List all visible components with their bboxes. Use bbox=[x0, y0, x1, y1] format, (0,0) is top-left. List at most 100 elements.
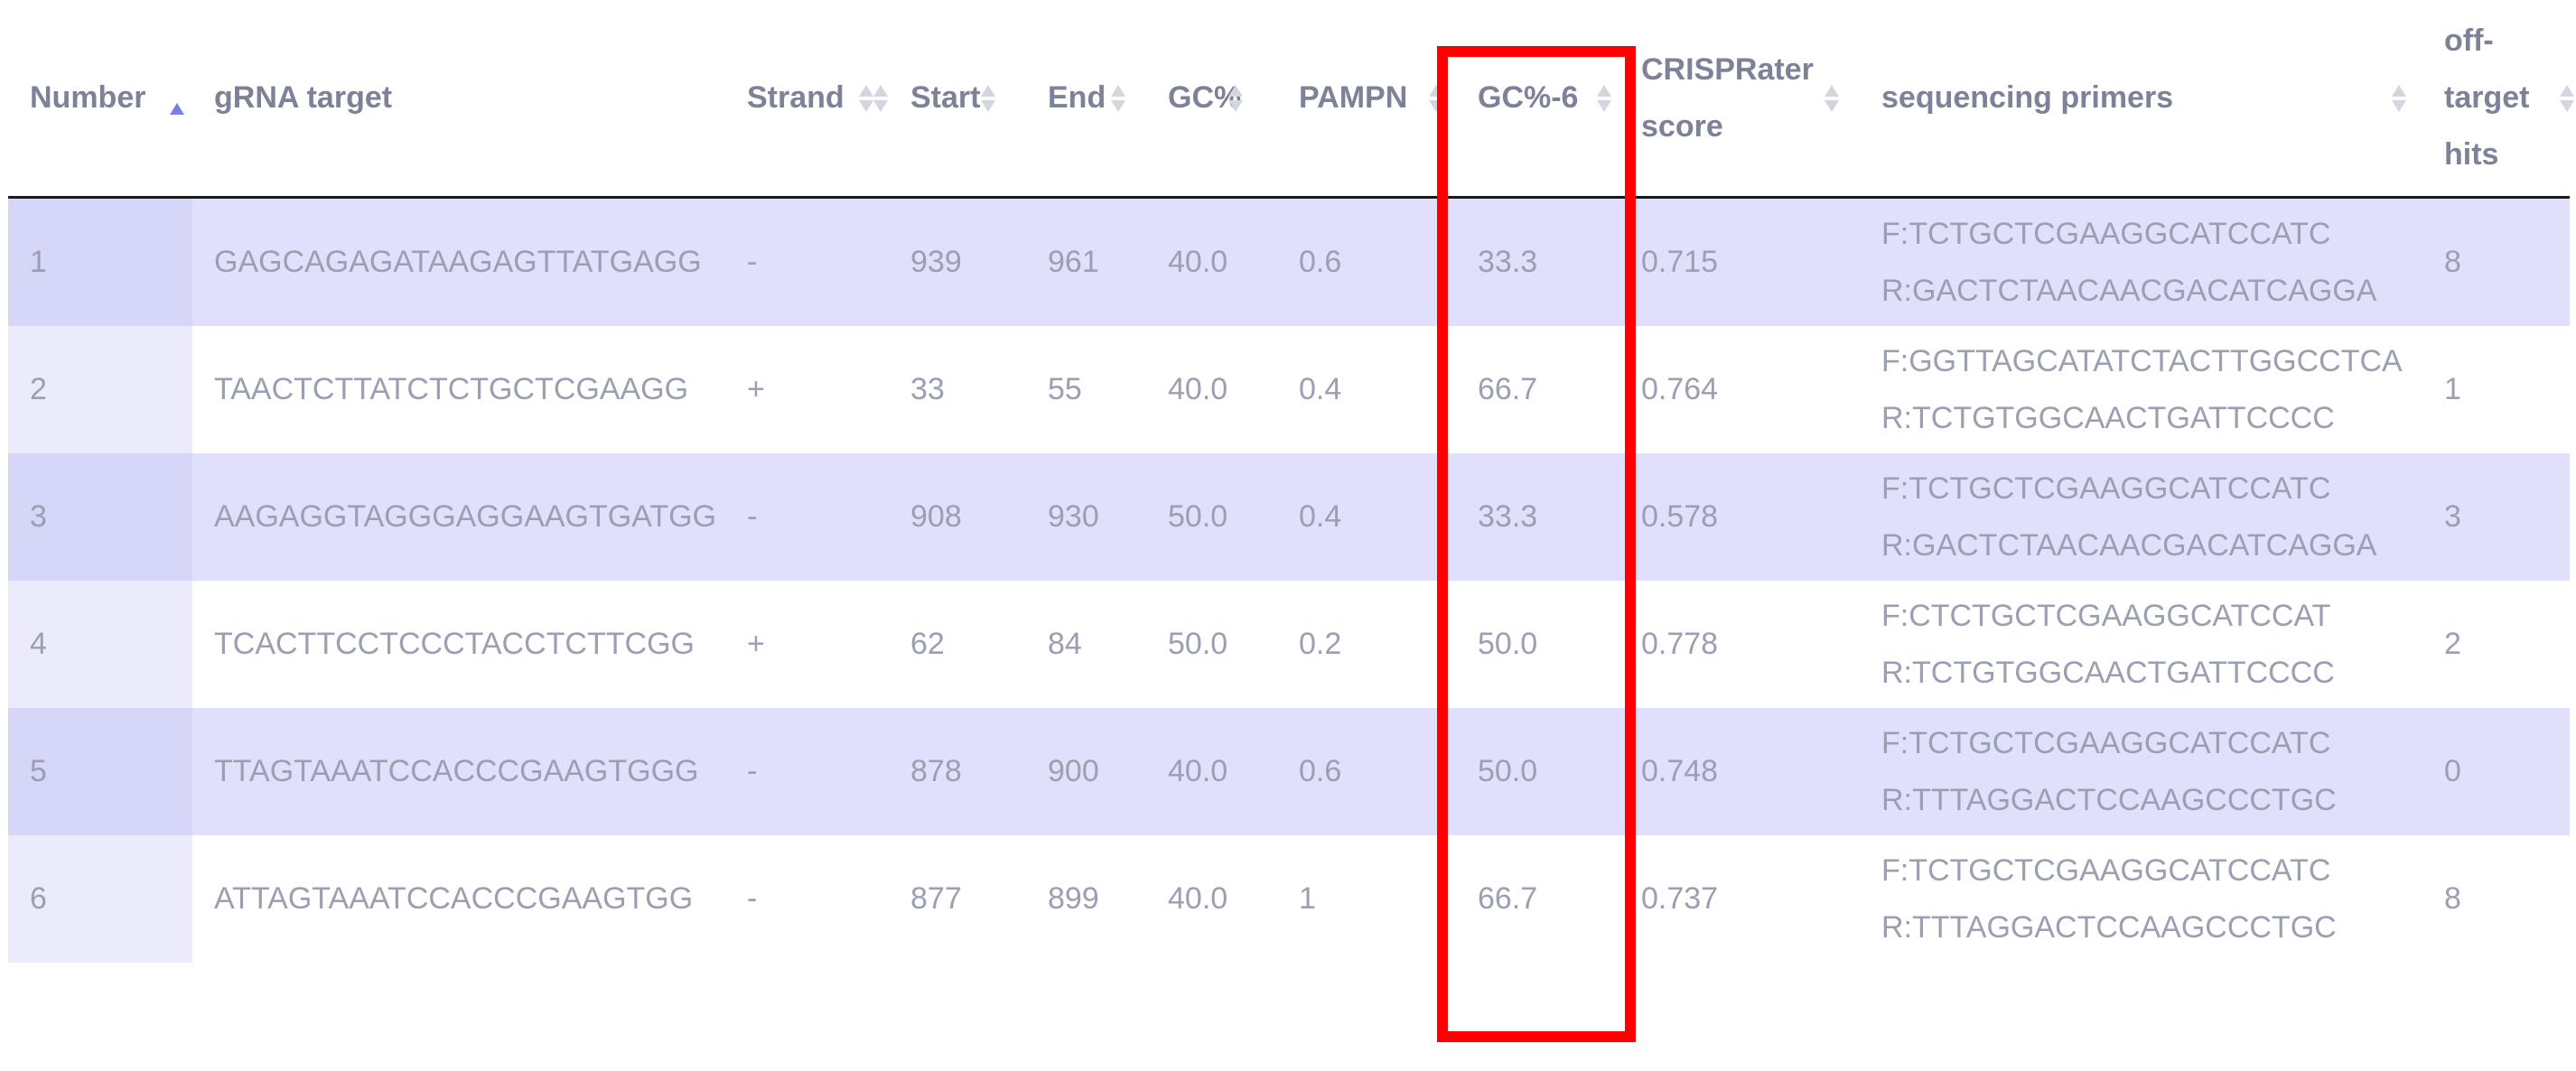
forward-primer: F:TCTGCTCGAAGGCATCCATC bbox=[1881, 725, 2331, 760]
column-header-strand[interactable]: Strand bbox=[725, 0, 889, 199]
grna-results-table: Number gRNA target Strand Start End GC% PAMPN G… bbox=[8, 0, 2574, 963]
cell-end: 55 bbox=[1026, 326, 1146, 453]
reverse-primer: R:TTTAGGACTCCAAGCCCTGC bbox=[1881, 782, 2337, 817]
cell-primers: F:TCTGCTCGAAGGCATCCATC R:TTTAGGACTCCAAGCC… bbox=[1860, 835, 2422, 963]
cell-pampn: 1 bbox=[1277, 835, 1456, 963]
cell-start: 33 bbox=[889, 326, 1026, 453]
column-header-gc[interactable]: GC% bbox=[1146, 0, 1277, 199]
table-row[interactable]: 4 TCACTTCCTCCCTACCTCTTCGG +62 84 50.0 0.2 50.0… bbox=[8, 581, 2570, 708]
column-header-pampn[interactable]: PAMPN bbox=[1277, 0, 1456, 199]
column-header-number[interactable]: Number bbox=[8, 0, 192, 199]
cell-primers: F:GGTTAGCATATCTACTTGGCCTCA R:TCTGTGGCAACT… bbox=[1860, 326, 2422, 453]
cell-pampn: 0.6 bbox=[1277, 708, 1456, 835]
cell-offtarget: 8 bbox=[2422, 835, 2570, 963]
forward-primer: F:TCTGCTCGAAGGCATCCATC bbox=[1881, 470, 2331, 506]
sort-toggle-icon[interactable] bbox=[1429, 83, 1443, 114]
cell-crisprater: 0.715 bbox=[1619, 197, 1860, 326]
cell-gc: 50.0 bbox=[1146, 581, 1277, 708]
reverse-primer: R:TCTGTGGCAACTGATTCCCC bbox=[1881, 655, 2335, 690]
cell-gRNA: TCACTTCCTCCCTACCTCTTCGG bbox=[192, 581, 725, 708]
sort-toggle-icon[interactable] bbox=[2560, 83, 2574, 114]
cell-end: 84 bbox=[1026, 581, 1146, 708]
column-header-gc6[interactable]: GC%-6 bbox=[1456, 0, 1619, 199]
reverse-primer: R:TTTAGGACTCCAAGCCCTGC bbox=[1881, 909, 2337, 945]
column-header-label: End bbox=[1048, 80, 1106, 115]
cell-gc: 40.0 bbox=[1146, 197, 1277, 326]
cell-strand: - bbox=[725, 835, 889, 963]
cell-gc6: 50.0 bbox=[1456, 708, 1619, 835]
cell-number: 5 bbox=[8, 708, 192, 835]
cell-crisprater: 0.778 bbox=[1619, 581, 1860, 708]
table-row[interactable]: 2 TAACTCTTATCTCTGCTCGAAGG +33 55 40.0 0.4 66.7… bbox=[8, 326, 2570, 453]
column-header-start[interactable]: Start bbox=[889, 0, 1026, 199]
cell-gc: 50.0 bbox=[1146, 453, 1277, 581]
column-header-label: GC%-6 bbox=[1478, 80, 1579, 115]
cell-offtarget: 3 bbox=[2422, 453, 2570, 581]
column-header-end[interactable]: End bbox=[1026, 0, 1146, 199]
sort-toggle-icon[interactable] bbox=[1825, 83, 1839, 114]
table-row[interactable]: 5 TTAGTAAATCCACCCGAAGTGGG -878 900 40.0 0.6 50… bbox=[8, 708, 2570, 835]
cell-gRNA: ATTAGTAAATCCACCCGAAGTGG bbox=[192, 835, 725, 963]
cell-end: 899 bbox=[1026, 835, 1146, 963]
table-row[interactable]: 1 GAGCAGAGATAAGAGTTATGAGG -939 961 40.0 0.6 33… bbox=[8, 197, 2570, 326]
sort-toggle-icon[interactable] bbox=[1111, 83, 1125, 114]
sort-toggle-icon[interactable] bbox=[1597, 83, 1611, 114]
cell-crisprater: 0.578 bbox=[1619, 453, 1860, 581]
cell-gRNA: TTAGTAAATCCACCCGAAGTGGG bbox=[192, 708, 725, 835]
column-header-label: PAMPN bbox=[1299, 80, 1408, 115]
cell-pampn: 0.2 bbox=[1277, 581, 1456, 708]
cell-offtarget: 8 bbox=[2422, 197, 2570, 326]
cell-number: 3 bbox=[8, 453, 192, 581]
cell-gRNA: AAGAGGTAGGGAGGAAGTGATGG bbox=[192, 453, 725, 581]
forward-primer: F:TCTGCTCGAAGGCATCCATC bbox=[1881, 216, 2331, 251]
column-header-gRNA[interactable]: gRNA target bbox=[192, 0, 888, 199]
cell-number: 4 bbox=[8, 581, 192, 708]
reverse-primer: R:GACTCTAACAACGACATCAGGA bbox=[1881, 527, 2377, 563]
cell-gc6: 33.3 bbox=[1456, 453, 1619, 581]
cell-start: 877 bbox=[889, 835, 1026, 963]
cell-number: 2 bbox=[8, 326, 192, 453]
cell-strand: - bbox=[725, 453, 889, 581]
cell-gc6: 66.7 bbox=[1456, 835, 1619, 963]
cell-pampn: 0.4 bbox=[1277, 453, 1456, 581]
column-header-primers[interactable]: sequencing primers bbox=[1860, 0, 2422, 199]
column-header-crisprater[interactable]: CRISPRater score bbox=[1619, 0, 1860, 199]
column-header-label: sequencing primers bbox=[1881, 80, 2174, 115]
reverse-primer: R:GACTCTAACAACGACATCAGGA bbox=[1881, 273, 2377, 308]
cell-number: 1 bbox=[8, 197, 192, 326]
cell-primers: F:CTCTGCTCGAAGGCATCCAT R:TCTGTGGCAACTGATT… bbox=[1860, 581, 2422, 708]
cell-pampn: 0.4 bbox=[1277, 326, 1456, 453]
cell-gc6: 66.7 bbox=[1456, 326, 1619, 453]
cell-gc: 40.0 bbox=[1146, 835, 1277, 963]
column-header-label: gRNA target bbox=[214, 80, 393, 115]
cell-gc6: 50.0 bbox=[1456, 581, 1619, 708]
forward-primer: F:TCTGCTCGAAGGCATCCATC bbox=[1881, 852, 2331, 888]
cell-end: 900 bbox=[1026, 708, 1146, 835]
cell-gc6: 33.3 bbox=[1456, 197, 1619, 326]
cell-strand: - bbox=[725, 197, 889, 326]
table-row[interactable]: 3 AAGAGGTAGGGAGGAAGTGATGG -908 930 50.0 0.4 33… bbox=[8, 453, 2570, 581]
sort-toggle-icon[interactable] bbox=[1228, 83, 1243, 114]
table-row[interactable]: 6 ATTAGTAAATCCACCCGAAGTGG -877 899 40.0 1 66.7… bbox=[8, 835, 2570, 963]
cell-gc: 40.0 bbox=[1146, 326, 1277, 453]
cell-start: 62 bbox=[889, 581, 1026, 708]
column-header-label: CRISPRater score bbox=[1641, 51, 1814, 144]
reverse-primer: R:TCTGTGGCAACTGATTCCCC bbox=[1881, 400, 2335, 435]
forward-primer: F:CTCTGCTCGAAGGCATCCAT bbox=[1881, 598, 2331, 633]
sort-ascending-icon[interactable] bbox=[170, 99, 184, 117]
sort-toggle-icon[interactable] bbox=[981, 83, 995, 114]
cell-end: 930 bbox=[1026, 453, 1146, 581]
cell-end: 961 bbox=[1026, 197, 1146, 326]
cell-offtarget: 1 bbox=[2422, 326, 2570, 453]
sort-toggle-icon[interactable] bbox=[2392, 83, 2406, 114]
cell-strand: - bbox=[725, 708, 889, 835]
cell-crisprater: 0.737 bbox=[1619, 835, 1860, 963]
forward-primer: F:GGTTAGCATATCTACTTGGCCTCA bbox=[1881, 343, 2403, 378]
column-header-label: off-target hits bbox=[2444, 23, 2530, 172]
cell-start: 908 bbox=[889, 453, 1026, 581]
cell-primers: F:TCTGCTCGAAGGCATCCATC R:TTTAGGACTCCAAGCC… bbox=[1860, 708, 2422, 835]
cell-number: 6 bbox=[8, 835, 192, 963]
cell-strand: + bbox=[725, 581, 889, 708]
column-header-offtarget[interactable]: off-target hits bbox=[2422, 0, 2574, 199]
sort-toggle-icon[interactable] bbox=[859, 83, 873, 114]
